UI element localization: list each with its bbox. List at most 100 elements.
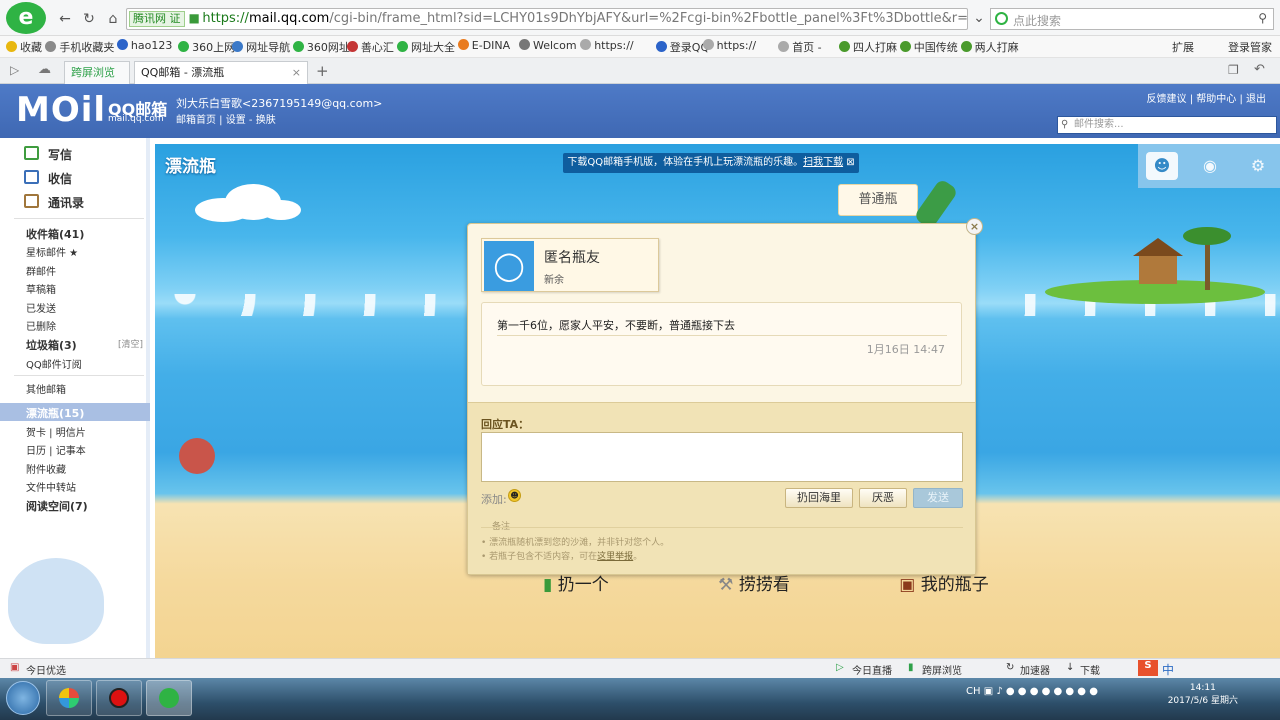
dislike-button[interactable]: 厌恶 xyxy=(859,488,907,508)
sidebar-folder[interactable]: 其他邮箱 xyxy=(26,381,66,396)
cloud-graphic xyxy=(195,184,301,222)
address-bar[interactable]: 腾讯网 证 ■ https://mail.qq.com/cgi-bin/frame… xyxy=(126,8,968,30)
today-picks-link[interactable]: 今日优选 xyxy=(26,662,66,677)
favorite-item[interactable]: 善心汇 xyxy=(346,39,394,55)
throw-back-button[interactable]: 扔回海里 xyxy=(785,488,853,508)
message-timestamp: 1月16日 14:47 xyxy=(866,343,945,356)
extensions-menu[interactable]: 扩展 xyxy=(1172,39,1194,55)
report-link[interactable]: 这里举报 xyxy=(597,552,633,562)
close-tab-icon[interactable]: × xyxy=(292,62,301,83)
sidebar-folder[interactable]: 贺卡 | 明信片 xyxy=(26,424,86,439)
chevron-down-icon[interactable]: ⌄ xyxy=(970,9,988,27)
system-tray[interactable]: CH ▣ ♪ ● ● ● ● ● ● ● ● xyxy=(966,686,1098,697)
sidebar-folder[interactable]: 附件收藏 xyxy=(26,461,66,476)
url-text[interactable]: https://mail.qq.com/cgi-bin/frame_html?s… xyxy=(202,11,967,26)
taskbar-record-icon[interactable] xyxy=(96,680,142,716)
ime-mode[interactable]: 中 xyxy=(1162,661,1174,678)
start-button[interactable] xyxy=(6,681,40,715)
search-engine-icon[interactable] xyxy=(995,12,1008,25)
home-icon[interactable]: ⌂ xyxy=(104,10,122,28)
browser-logo-icon[interactable]: e xyxy=(6,2,46,34)
login-manager-link[interactable]: 登录管家 xyxy=(1228,39,1272,55)
favorite-item[interactable]: Welcom xyxy=(519,39,577,52)
contacts-link[interactable]: 通讯录 xyxy=(48,194,84,211)
normal-bottle-button[interactable]: 普通瓶 xyxy=(838,184,918,216)
top-links[interactable]: 反馈建议 | 帮助中心 | 退出 xyxy=(1147,90,1266,105)
sidebar-folder[interactable]: 群邮件 xyxy=(26,263,56,278)
favorite-item[interactable]: hao123 xyxy=(116,39,172,52)
eye-icon[interactable]: ◉ xyxy=(1194,152,1226,180)
reply-input[interactable] xyxy=(481,432,963,482)
gift-icon[interactable]: ▣ xyxy=(10,662,19,673)
download-link[interactable]: 扫我下载 xyxy=(803,157,843,168)
favorite-item[interactable]: 中国传统 xyxy=(899,39,958,55)
gear-icon[interactable]: ⚙ xyxy=(1242,152,1274,180)
sidebar-folder[interactable]: 草稿箱 xyxy=(26,281,56,296)
system-clock[interactable]: 14:11 2017/5/6 星期六 xyxy=(1168,682,1238,708)
close-dialog-button[interactable]: × xyxy=(966,218,983,235)
favorite-icon xyxy=(778,41,790,52)
favorite-item[interactable]: 登录QQ xyxy=(655,39,709,55)
favorite-item[interactable]: 网址导航 xyxy=(232,39,290,55)
clear-spam-link[interactable]: [清空] xyxy=(118,337,143,350)
download-link[interactable]: 下载 xyxy=(1080,662,1100,677)
taskbar-browser-icon[interactable] xyxy=(146,680,192,716)
emoji-icon[interactable]: ☻ xyxy=(508,489,521,502)
sidebar-toggle-icon[interactable]: ▷ xyxy=(10,63,19,77)
favorite-item[interactable]: 网址大全 xyxy=(397,39,455,55)
close-notice-icon[interactable]: ⊠ xyxy=(846,157,854,168)
favorite-icon xyxy=(960,41,972,52)
user-account[interactable]: 刘大乐白雪歌<2367195149@qq.com> xyxy=(176,95,382,111)
favorite-item[interactable]: 手机收藏夹 xyxy=(45,39,114,55)
sidebar-folder[interactable]: 收件箱(41) xyxy=(26,226,84,242)
new-tab-button[interactable]: + xyxy=(316,62,329,80)
sidebar-folder[interactable]: QQ邮件订阅 xyxy=(26,356,82,371)
favorite-item[interactable]: 四人打麻 xyxy=(839,39,897,55)
tab-qq-mail[interactable]: QQ邮箱 - 漂流瓶 × xyxy=(134,61,308,84)
mail-search-input[interactable]: 邮件搜索... ⚲ xyxy=(1057,116,1277,134)
favorite-item[interactable]: E-DINA xyxy=(457,39,510,52)
profile-icon[interactable]: ☻ xyxy=(1146,152,1178,180)
favorite-item[interactable]: 首页 - xyxy=(778,39,822,55)
restore-icon[interactable]: ❐ xyxy=(1228,63,1239,77)
favorite-item[interactable]: https:// xyxy=(702,39,756,52)
ime-logo-icon[interactable]: S xyxy=(1138,660,1158,676)
mail-logo[interactable]: MOil xyxy=(16,90,106,130)
undo-icon[interactable]: ↶ xyxy=(1254,62,1265,77)
inbox-link[interactable]: 收信 xyxy=(48,170,72,187)
search-icon[interactable]: ⚲ xyxy=(1258,11,1267,25)
today-live-link[interactable]: 今日直播 xyxy=(852,662,892,677)
favorite-item[interactable]: 收藏 xyxy=(6,39,42,55)
sidebar-folder[interactable]: 阅读空间(7) xyxy=(26,498,88,514)
sidebar-folder[interactable]: 星标邮件 ★ xyxy=(26,244,78,259)
note-header: 备注 xyxy=(492,522,511,532)
sidebar-folder[interactable]: 文件中转站 xyxy=(26,479,76,494)
site-badge[interactable]: 腾讯网 证 xyxy=(129,11,185,27)
compose-icon xyxy=(24,146,39,160)
sidebar-folder[interactable]: 漂流瓶(15) xyxy=(26,405,84,421)
tab-cross-screen[interactable]: 跨屏浏览 xyxy=(64,61,130,84)
windows-taskbar: CH ▣ ♪ ● ● ● ● ● ● ● ● 14:11 2017/5/6 星期六 xyxy=(0,678,1280,720)
divider xyxy=(497,335,947,336)
taskbar-app-icon[interactable] xyxy=(46,680,92,716)
cross-screen-link[interactable]: 跨屏浏览 xyxy=(922,662,962,677)
sidebar-folder[interactable]: 垃圾箱(3) xyxy=(26,337,77,353)
send-button[interactable]: 发送 xyxy=(913,488,963,508)
user-links[interactable]: 邮箱首页 | 设置 - 换肤 xyxy=(176,111,276,126)
sidebar-folder[interactable]: 已删除 xyxy=(26,318,56,333)
compose-link[interactable]: 写信 xyxy=(48,146,72,163)
sidebar-folder[interactable]: 日历 | 记事本 xyxy=(26,442,86,457)
cloud-icon[interactable]: ☁ xyxy=(38,62,51,77)
back-icon[interactable]: ← xyxy=(56,10,74,28)
sidebar-folder[interactable]: 已发送 xyxy=(26,300,56,315)
sender-card: ◯ 匿名瓶友 新余 xyxy=(481,238,659,292)
favorite-item[interactable]: https:// xyxy=(580,39,634,52)
favorite-item[interactable]: 360上网 xyxy=(178,39,235,55)
favorite-item[interactable]: 两人打麻 xyxy=(960,39,1019,55)
favorite-label: 手机收藏夹 xyxy=(59,41,115,54)
favorite-item[interactable]: 360网址 xyxy=(292,39,350,55)
refresh-icon[interactable]: ↻ xyxy=(80,10,98,28)
favorite-label: 360网址 xyxy=(306,41,350,54)
browser-search-input[interactable]: 点此搜索 ⚲ xyxy=(990,8,1274,30)
accelerator-link[interactable]: 加速器 xyxy=(1020,662,1050,677)
